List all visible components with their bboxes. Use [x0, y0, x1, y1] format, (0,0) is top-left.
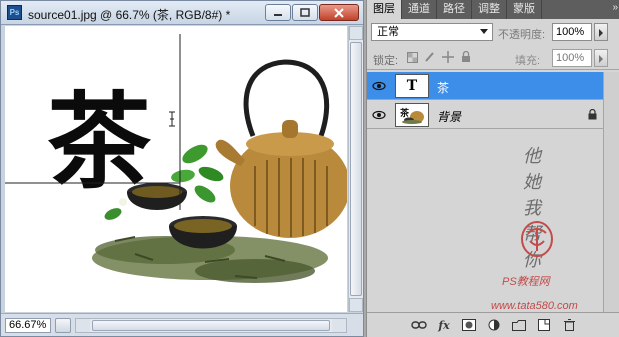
image-canvas[interactable]: 茶: [5, 26, 347, 312]
vertical-scroll-thumb[interactable]: [350, 42, 362, 296]
tab-channels[interactable]: 通道: [402, 0, 437, 19]
document-title: source01.jpg @ 66.7% (茶, RGB/8#) *: [28, 8, 231, 22]
document-title-bar[interactable]: Ps source01.jpg @ 66.7% (茶, RGB/8#) *: [1, 1, 363, 25]
zoom-level-field[interactable]: 66.67%: [5, 318, 51, 333]
background-thumbnail-icon: 茶: [395, 103, 429, 127]
lock-label: 锁定:: [373, 55, 399, 67]
scroll-down-arrow[interactable]: [349, 298, 363, 312]
chevron-down-icon: [480, 29, 488, 34]
tab-paths[interactable]: 路径: [437, 0, 472, 19]
seal-stamp-icon: [521, 221, 553, 257]
visibility-eye-icon[interactable]: [371, 106, 387, 124]
window-controls: [265, 4, 359, 21]
scroll-left-arrow[interactable]: [76, 319, 90, 332]
tab-masks[interactable]: 蒙版: [507, 0, 542, 19]
svg-text:茶: 茶: [399, 107, 410, 119]
lock-pixels-icon[interactable]: [423, 50, 437, 64]
fx-icon[interactable]: fx: [436, 318, 452, 332]
text-cursor-icon: [169, 111, 175, 127]
lock-transparency-icon[interactable]: [405, 50, 419, 64]
scroll-right-arrow[interactable]: [332, 319, 346, 332]
lock-options: [405, 50, 473, 64]
status-menu-icon[interactable]: [55, 318, 71, 333]
canvas-artwork: 茶: [5, 34, 347, 283]
tab-adjustments[interactable]: 调整: [472, 0, 507, 19]
photoshop-icon: Ps: [7, 5, 22, 20]
horizontal-scrollbar[interactable]: [75, 318, 347, 333]
document-window[interactable]: Ps source01.jpg @ 66.7% (茶, RGB/8#) * 茶 …: [0, 0, 364, 337]
fill-slider-button[interactable]: [594, 49, 608, 67]
restore-icon: [300, 8, 310, 17]
restore-button[interactable]: [292, 4, 318, 21]
close-button[interactable]: [319, 4, 359, 21]
opacity-field[interactable]: 100%: [552, 23, 592, 41]
lock-fill-row: 锁定: 填充: 100%: [367, 46, 619, 70]
layer-name[interactable]: 背景: [437, 108, 461, 125]
layers-scrollbar[interactable]: [603, 72, 619, 312]
watermark-url: www.tata580.com: [491, 300, 578, 312]
blend-mode-value: 正常: [377, 26, 399, 38]
mask-icon[interactable]: [461, 318, 477, 332]
horizontal-scroll-thumb[interactable]: [92, 320, 330, 331]
trash-icon[interactable]: [561, 318, 577, 332]
link-icon[interactable]: [411, 318, 427, 332]
close-icon: [334, 7, 344, 18]
layers-panel: 图层 通道 路径 调整 蒙版 » 正常 不透明度: 100% 锁定: 填充: 1…: [366, 0, 619, 337]
teapot-image: [215, 59, 347, 238]
tab-layers[interactable]: 图层: [367, 0, 402, 19]
new-layer-icon[interactable]: [536, 318, 552, 332]
layers-panel-footer: fx: [367, 312, 619, 337]
blend-opacity-row: 正常 不透明度: 100%: [367, 20, 619, 44]
visibility-eye-icon[interactable]: [371, 77, 387, 95]
text-layer-thumbnail-icon: T: [395, 74, 429, 98]
footer-toolbar: fx: [411, 318, 577, 332]
group-icon[interactable]: [511, 318, 527, 332]
layer-lock-icon: [588, 108, 597, 123]
blend-mode-select[interactable]: 正常: [371, 23, 493, 41]
panel-tab-bar: 图层 通道 路径 调整 蒙版 »: [367, 0, 619, 19]
layer-row-background[interactable]: 茶 背景: [367, 101, 603, 129]
lock-all-icon[interactable]: [459, 50, 473, 64]
layers-list: T 茶 茶 背景 他她我帮你 PS教程网 www.tata580.com: [367, 72, 619, 312]
fill-label: 填充:: [515, 55, 541, 67]
adjustment-icon[interactable]: [486, 318, 502, 332]
fill-field[interactable]: 100%: [552, 49, 592, 67]
opacity-slider-button[interactable]: [594, 23, 608, 41]
opacity-label: 不透明度:: [498, 29, 546, 41]
vertical-scrollbar[interactable]: [348, 26, 363, 312]
layer-name[interactable]: 茶: [437, 79, 449, 96]
scroll-up-arrow[interactable]: [349, 26, 363, 40]
status-bar: 66.67%: [1, 313, 363, 336]
lock-position-icon[interactable]: [441, 50, 455, 64]
minimize-button[interactable]: [265, 4, 291, 21]
watermark-caption: PS教程网: [502, 276, 550, 288]
calligraphy-text[interactable]: 茶: [47, 80, 152, 203]
minimize-icon: [274, 13, 282, 16]
layer-row-text[interactable]: T 茶: [367, 72, 603, 100]
panel-collapse-icon[interactable]: »: [612, 2, 618, 13]
